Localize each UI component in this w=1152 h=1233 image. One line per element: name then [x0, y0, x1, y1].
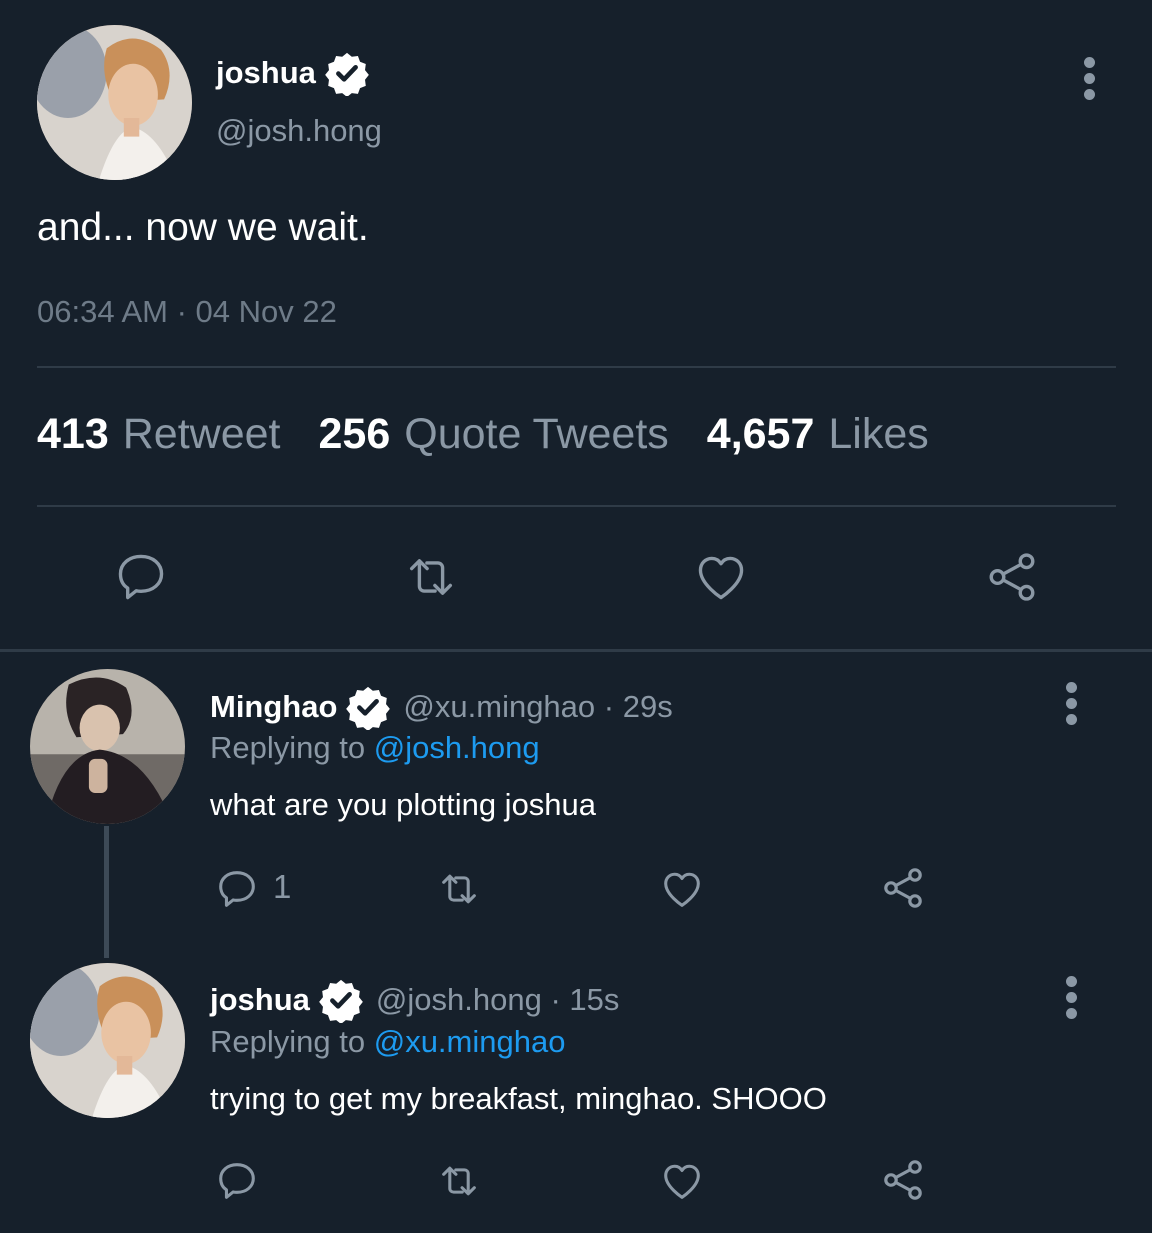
- author-name-text: joshua: [216, 55, 316, 90]
- reply-meta-separator: ·: [541, 982, 570, 1017]
- quote-tweets-stat[interactable]: 256 Quote Tweets: [319, 410, 669, 459]
- quote-tweets-label: Quote Tweets: [404, 410, 669, 458]
- verified-badge-icon: [318, 977, 364, 1023]
- retweet-count: 413: [37, 410, 109, 458]
- likes-stat[interactable]: 4,657 Likes: [707, 410, 929, 459]
- divider: [0, 649, 1152, 652]
- reply-header: joshua @josh.hong · 15s: [210, 977, 619, 1023]
- reply-author-name[interactable]: Minghao: [210, 689, 337, 725]
- verified-badge-icon: [324, 50, 370, 96]
- reply-time[interactable]: 29s: [623, 689, 673, 725]
- reply-time[interactable]: 15s: [569, 982, 619, 1018]
- likes-label: Likes: [828, 410, 929, 458]
- tweet-timestamp[interactable]: 06:34 AM · 04 Nov 22: [37, 294, 337, 330]
- retweet-icon[interactable]: [432, 866, 486, 912]
- thread-connector: [104, 826, 109, 958]
- verified-badge-icon: [345, 684, 391, 730]
- quote-tweets-count: 256: [318, 410, 391, 458]
- share-icon[interactable]: [879, 1156, 927, 1204]
- reply-count: 1: [273, 868, 292, 905]
- divider: [37, 505, 1116, 507]
- likes-count: 4,657: [706, 410, 815, 458]
- avatar[interactable]: [30, 963, 185, 1118]
- replying-to-label: Replying to: [210, 730, 374, 765]
- avatar-photo: [37, 25, 192, 180]
- reply-icon[interactable]: [214, 1158, 260, 1204]
- retweet-stat[interactable]: 413 Retweet: [37, 410, 281, 459]
- retweet-icon[interactable]: [398, 548, 464, 606]
- more-options-icon[interactable]: [1065, 682, 1077, 725]
- replying-to: Replying to @xu.minghao: [210, 1024, 565, 1060]
- reply-icon[interactable]: [112, 548, 170, 606]
- reply-author-name[interactable]: joshua: [210, 982, 310, 1018]
- more-options-icon[interactable]: [1065, 976, 1077, 1019]
- share-icon[interactable]: [982, 548, 1042, 606]
- reply-author-handle[interactable]: @xu.minghao: [403, 689, 595, 725]
- reply-text: what are you plotting joshua: [210, 787, 597, 822]
- like-icon[interactable]: [690, 548, 752, 606]
- retweet-icon[interactable]: [432, 1158, 486, 1204]
- replying-to-mention[interactable]: @xu.minghao: [374, 1024, 566, 1059]
- reply-header: Minghao @xu.minghao · 29s: [210, 684, 673, 730]
- author-name[interactable]: joshua: [216, 50, 370, 96]
- avatar-photo: [30, 669, 185, 824]
- more-options-icon[interactable]: [1083, 57, 1095, 100]
- share-icon[interactable]: [879, 864, 927, 912]
- main-tweet: joshua @josh.hong and... now we wait. 06…: [0, 0, 1152, 650]
- replying-to-mention[interactable]: @josh.hong: [374, 730, 540, 765]
- avatar[interactable]: [30, 669, 185, 824]
- avatar[interactable]: [37, 25, 192, 180]
- reply-author-handle[interactable]: @josh.hong: [376, 982, 542, 1018]
- replying-to-label: Replying to: [210, 1024, 374, 1059]
- retweet-label: Retweet: [122, 410, 281, 458]
- divider: [37, 366, 1116, 368]
- replying-to: Replying to @josh.hong: [210, 730, 540, 766]
- tweet-stats: 413 Retweet 256 Quote Tweets 4,657 Likes: [37, 410, 967, 459]
- avatar-photo: [30, 963, 185, 1118]
- reply-icon[interactable]: [214, 866, 260, 912]
- like-icon[interactable]: [657, 866, 707, 912]
- author-handle[interactable]: @josh.hong: [216, 113, 382, 149]
- tweet-detail-page: joshua @josh.hong and... now we wait. 06…: [0, 0, 1152, 1233]
- reply-text: trying to get my breakfast, minghao. SHO…: [210, 1081, 827, 1116]
- reply-meta-separator: ·: [595, 689, 623, 724]
- tweet-text: and... now we wait.: [37, 206, 369, 249]
- like-icon[interactable]: [657, 1158, 707, 1204]
